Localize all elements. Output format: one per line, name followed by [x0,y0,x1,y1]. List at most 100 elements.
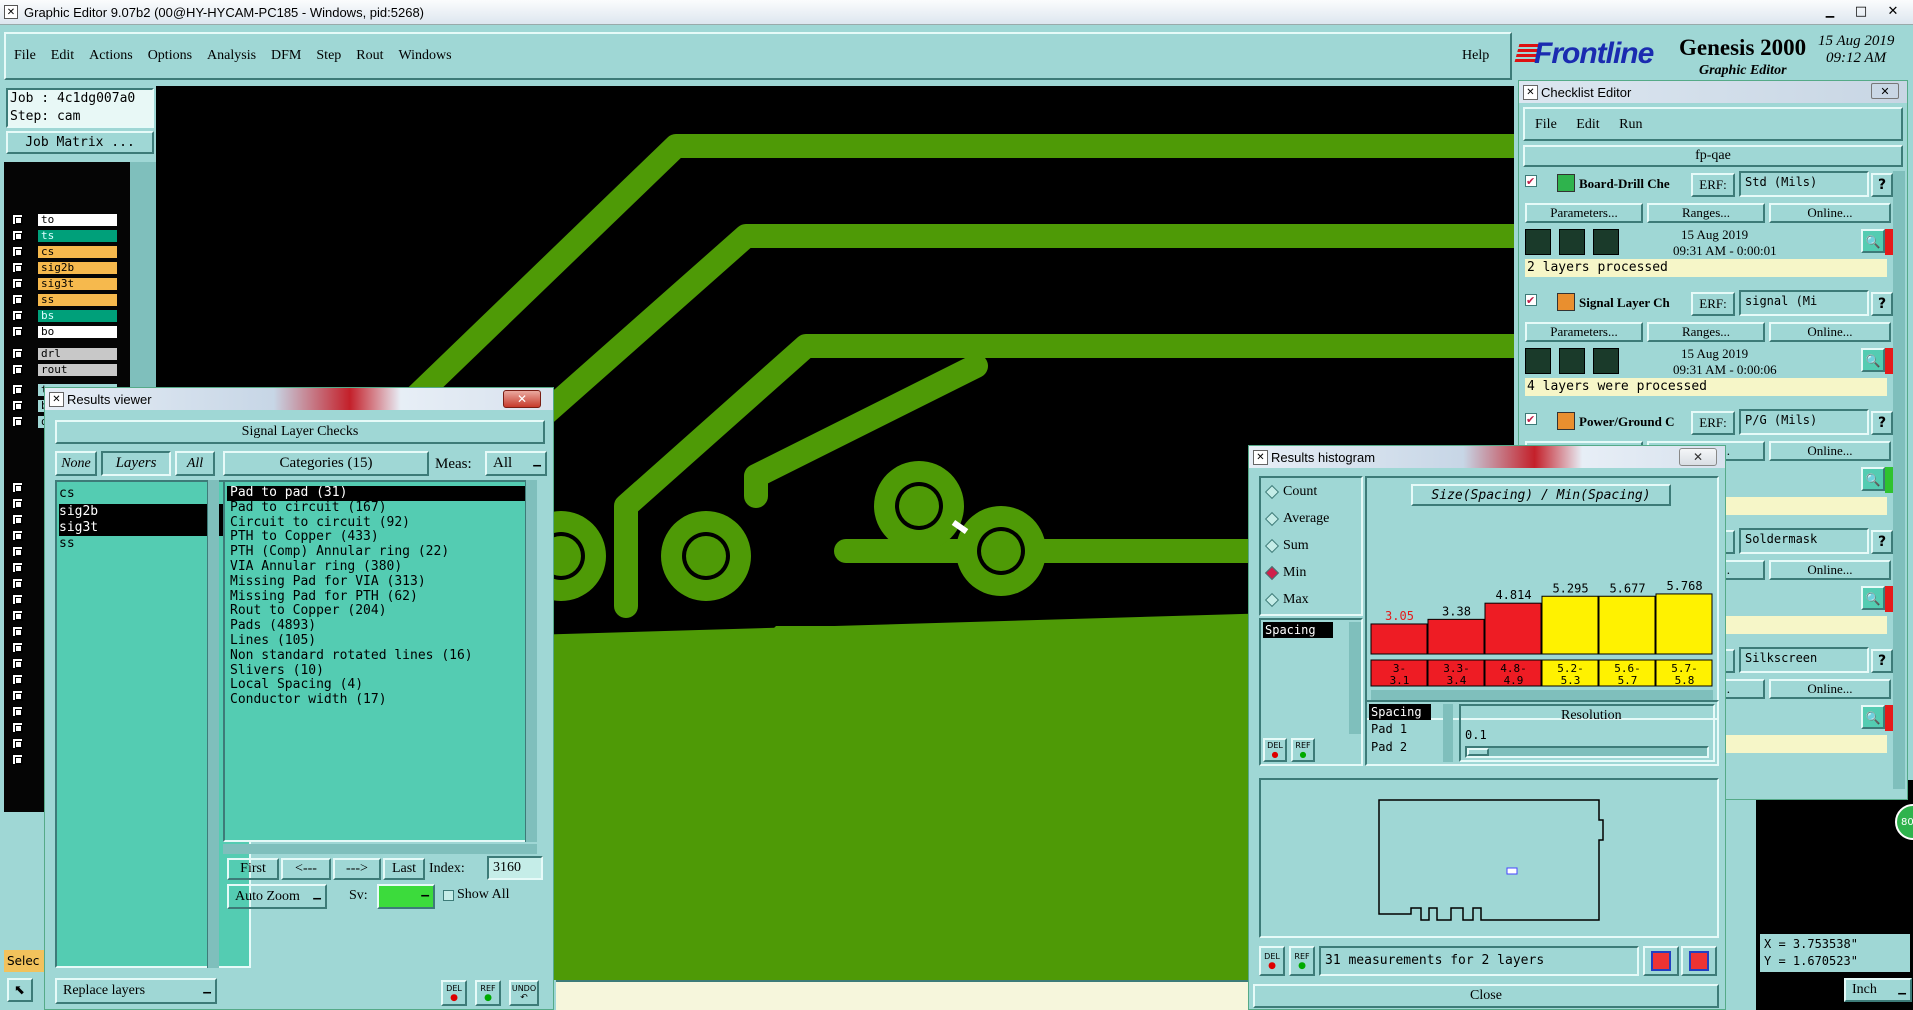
field-spacing[interactable]: Spacing [1369,704,1431,720]
layer-checkbox[interactable] [12,546,23,557]
layer-checkbox[interactable] [12,482,23,493]
layer-checkbox[interactable] [12,348,23,359]
categories-scrollbar[interactable] [525,480,537,842]
results-viewer-close[interactable]: ✕ [503,390,541,408]
layer-row-to[interactable]: to [12,214,130,226]
layer-checkbox[interactable] [12,610,23,621]
layer-name[interactable]: drl [38,348,117,360]
layer-name[interactable]: ts [38,230,117,242]
resolution-slider[interactable] [1465,746,1709,758]
histogram-list-item[interactable]: Spacing [1263,622,1333,638]
minimize-button[interactable]: ▁ [1818,2,1842,20]
layer-checkbox[interactable] [12,658,23,669]
zoom-icon[interactable]: 🔍 [1861,705,1885,729]
item-checkbox[interactable]: ✔ [1525,175,1537,187]
layer-name[interactable]: to [38,214,117,226]
erf-value[interactable]: P/G (Mils) [1739,409,1869,435]
parameters-button[interactable]: Parameters... [1525,203,1643,223]
undo-button[interactable]: UNDO ↶ [509,980,539,1006]
all-button[interactable]: All [175,451,215,476]
show-all-checkbox[interactable] [443,890,454,901]
menu-options[interactable]: Options [148,48,192,64]
checklist-menu-edit[interactable]: Edit [1576,117,1599,132]
layer-checkbox[interactable] [12,754,23,765]
results-layer-list[interactable]: cs sig2b sig3t ss [55,480,251,968]
layer-row-ss[interactable]: ss [12,294,130,306]
first-button[interactable]: First [227,858,279,880]
layer-checkbox[interactable] [12,578,23,589]
menu-file[interactable]: File [14,48,36,64]
histogram-bar[interactable] [1655,593,1713,655]
layer-checkbox[interactable] [12,246,23,257]
item-checkbox[interactable]: ✔ [1525,413,1537,425]
category-item[interactable]: VIA Annular ring (380) [227,559,533,575]
erf-value[interactable]: Std (Mils) [1739,171,1869,197]
category-item[interactable]: PTH to Copper (433) [227,530,533,545]
menu-analysis[interactable]: Analysis [207,48,256,64]
online-button[interactable]: Online... [1769,203,1891,223]
next-button[interactable]: ---> [333,858,381,880]
layer-checkbox[interactable] [12,626,23,637]
layer-checkbox[interactable] [12,416,23,427]
category-item[interactable]: Slivers (10) [227,663,533,679]
item-name[interactable]: Signal Layer Ch [1579,295,1670,311]
fields-scrollbar[interactable] [1443,704,1453,762]
layer-name[interactable]: cs [38,246,117,258]
checklist-menu-file[interactable]: File [1535,117,1557,132]
category-item[interactable]: Pad to pad (31) [227,485,533,501]
category-item[interactable]: Missing Pad for VIA (313) [227,574,533,590]
menu-step[interactable]: Step [316,48,341,64]
category-item[interactable]: Conductor width (17) [227,692,533,708]
layer-name[interactable]: bo [38,326,117,338]
layer-checkbox[interactable] [12,642,23,653]
layer-checkbox[interactable] [12,514,23,525]
layer-name[interactable]: sig3t [38,278,117,290]
zoom-icon[interactable]: 🔍 [1861,348,1885,372]
mode-option-max[interactable]: Max [1264,592,1309,608]
auto-zoom-dropdown[interactable]: Auto Zoom ▁ [227,884,327,909]
layer-checkbox[interactable] [12,310,23,321]
layer-checkbox[interactable] [12,214,23,225]
del-button[interactable]: DEL ● [441,980,467,1006]
replace-layers-dropdown[interactable]: Replace layers ▁ [55,978,217,1004]
histogram-bar[interactable] [1370,623,1428,655]
last-button[interactable]: Last [383,858,425,880]
category-item[interactable]: Local Spacing (4) [227,678,533,693]
categories-hscrollbar[interactable] [223,844,537,854]
layer-list-scrollbar[interactable] [207,480,219,968]
histogram-close-button[interactable]: Close [1253,984,1719,1008]
help-button[interactable]: ? [1871,649,1893,673]
histogram-bar[interactable] [1427,618,1485,655]
mode-option-min[interactable]: Min [1264,565,1306,581]
select-tool-icon[interactable]: ⬉ [7,978,33,1002]
layer-name[interactable]: ss [38,294,117,306]
histogram-bar[interactable] [1598,595,1656,655]
layer-row-sig3t[interactable]: sig3t [12,278,130,290]
category-item[interactable]: Pads (4893) [227,618,533,634]
erf-value[interactable]: Soldermask [1739,528,1869,554]
menu-rout[interactable]: Rout [356,48,383,64]
run-icon[interactable] [1593,229,1619,255]
run-icon[interactable] [1525,229,1551,255]
online-button[interactable]: Online... [1769,322,1891,342]
layer-row-rout[interactable]: rout [12,364,130,376]
category-item[interactable]: Pad to circuit (167) [227,500,533,516]
histogram-bar[interactable] [1541,595,1599,655]
category-item[interactable]: Missing Pad for PTH (62) [227,589,533,605]
run-icon[interactable] [1559,229,1585,255]
layers-tab[interactable]: Layers [101,451,171,476]
layer-checkbox[interactable] [12,738,23,749]
layer-name[interactable]: sig2b [38,262,117,274]
layer-checkbox[interactable] [12,364,23,375]
zoom-icon[interactable]: 🔍 [1861,467,1885,491]
category-item[interactable]: Lines (105) [227,633,533,649]
checklist-menu-run[interactable]: Run [1619,117,1642,132]
layer-row-bo[interactable]: bo [12,326,130,338]
category-item[interactable]: Circuit to circuit (92) [227,515,533,531]
menu-dfm[interactable]: DFM [271,48,301,64]
ref-button[interactable]: REF ● [475,980,501,1006]
online-button[interactable]: Online... [1769,560,1891,580]
online-button[interactable]: Online... [1769,679,1891,699]
mode-option-average[interactable]: Average [1264,511,1329,527]
layer-row-ts[interactable]: ts [12,230,130,242]
